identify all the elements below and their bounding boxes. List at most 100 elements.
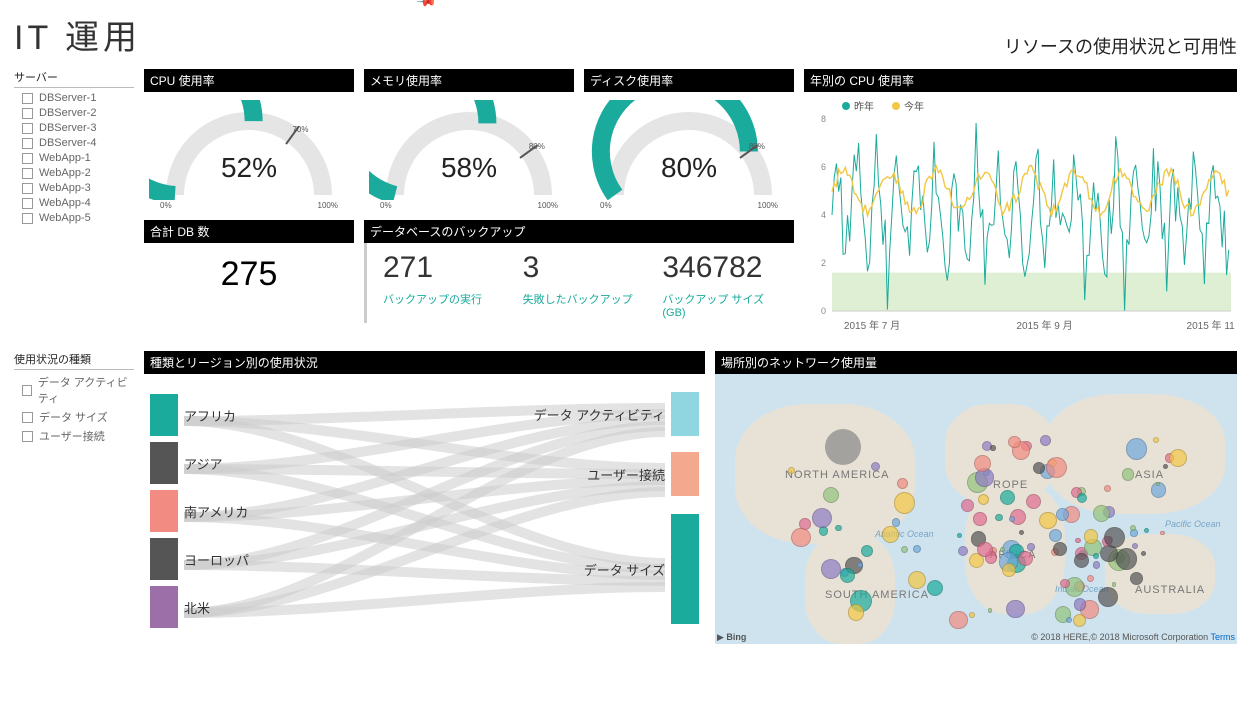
map-bubble[interactable] bbox=[908, 571, 926, 589]
sankey-source[interactable]: 南アメリカ bbox=[150, 490, 248, 532]
map-bubble[interactable] bbox=[791, 528, 810, 547]
server-item[interactable]: DBServer-2 bbox=[22, 107, 134, 119]
sankey-target-label: データ アクティビティ bbox=[534, 405, 671, 424]
sankey-source[interactable]: 北米 bbox=[150, 586, 210, 628]
sankey-source[interactable]: アフリカ bbox=[150, 394, 236, 436]
server-label: DBServer-1 bbox=[39, 92, 96, 104]
usage-type-label: データ アクティビティ bbox=[38, 374, 134, 406]
server-item[interactable]: DBServer-1 bbox=[22, 92, 134, 104]
usage-type-item[interactable]: データ サイズ bbox=[22, 409, 134, 425]
checkbox-icon bbox=[22, 198, 33, 209]
map-bubble[interactable] bbox=[901, 546, 908, 553]
map-bubble[interactable] bbox=[1008, 436, 1020, 448]
svg-text:6: 6 bbox=[821, 162, 826, 172]
sankey-target[interactable]: データ アクティビティ bbox=[534, 392, 699, 436]
cpu-yearly-legend: 昨年 今年 bbox=[804, 92, 1237, 115]
map-bubble[interactable] bbox=[1006, 600, 1025, 619]
map-bubble[interactable] bbox=[1046, 457, 1067, 478]
map-bubble[interactable] bbox=[892, 518, 900, 526]
map-bubble[interactable] bbox=[1093, 561, 1100, 568]
sankey-target[interactable]: データ サイズ bbox=[584, 514, 699, 624]
map-bubble[interactable] bbox=[988, 608, 993, 613]
map-bubble[interactable] bbox=[973, 512, 986, 525]
map-attribution: ▶ Bing © 2018 HERE,© 2018 Microsoft Corp… bbox=[717, 632, 1235, 643]
server-item[interactable]: WebApp-5 bbox=[22, 212, 134, 224]
map-bubble[interactable] bbox=[1087, 575, 1094, 582]
checkbox-icon bbox=[22, 412, 33, 423]
map-bubble[interactable] bbox=[913, 545, 921, 553]
map-bubble[interactable] bbox=[848, 604, 865, 621]
memory-gauge-card[interactable]: メモリ使用率 58% 0% 100% 80% bbox=[364, 69, 574, 212]
map-bubble[interactable] bbox=[1073, 614, 1086, 627]
map-bubble[interactable] bbox=[1122, 468, 1135, 481]
map-terms-link[interactable]: Terms bbox=[1211, 632, 1236, 642]
usage-type-item[interactable]: ユーザー接続 bbox=[22, 428, 134, 444]
map-bubble[interactable] bbox=[977, 542, 993, 558]
map-bubble[interactable] bbox=[1084, 529, 1098, 543]
sankey-source[interactable]: アジア bbox=[150, 442, 222, 484]
map-bubble[interactable] bbox=[1066, 617, 1072, 623]
map-bubble[interactable] bbox=[1033, 462, 1045, 474]
map-bubble[interactable] bbox=[1093, 505, 1110, 522]
map-bubble[interactable] bbox=[927, 580, 943, 596]
server-item[interactable]: WebApp-1 bbox=[22, 152, 134, 164]
map-bubble[interactable] bbox=[1074, 553, 1089, 568]
sankey-source[interactable]: ヨーロッパ bbox=[150, 538, 249, 580]
sankey-target[interactable]: ユーザー接続 bbox=[587, 452, 699, 496]
server-item[interactable]: DBServer-3 bbox=[22, 122, 134, 134]
db-total-card[interactable]: 合計 DB 数 275 bbox=[144, 220, 354, 306]
map-bubble[interactable] bbox=[1009, 516, 1015, 522]
checkbox-icon bbox=[22, 93, 33, 104]
sankey-node-bar bbox=[150, 538, 178, 580]
checkbox-icon bbox=[22, 168, 33, 179]
map-bubble[interactable] bbox=[1027, 543, 1035, 551]
map-bubble[interactable] bbox=[1156, 482, 1160, 486]
server-label: DBServer-4 bbox=[39, 137, 96, 149]
gauge-threshold: 70% bbox=[292, 125, 308, 134]
cpu-gauge-card[interactable]: CPU 使用率 52% 0% 100% 70% bbox=[144, 69, 354, 212]
map-bubble[interactable] bbox=[882, 526, 899, 543]
cpu-yearly-card[interactable]: 年別の CPU 使用率 昨年 今年 024682015 年 7 月2015 年 … bbox=[804, 69, 1237, 337]
sankey-card[interactable]: 種類とリージョン別の使用状況 アフリカアジア南アメリカヨーロッパ北米データ アク… bbox=[144, 351, 705, 644]
map-bubble[interactable] bbox=[1053, 542, 1067, 556]
map-bubble[interactable] bbox=[1144, 528, 1150, 534]
checkbox-icon bbox=[22, 183, 33, 194]
disk-gauge-card[interactable]: ディスク使用率 80% 0% 100% 80% bbox=[584, 69, 794, 212]
map-bubble[interactable] bbox=[812, 508, 832, 528]
checkbox-icon bbox=[22, 213, 33, 224]
map-bubble[interactable] bbox=[957, 533, 962, 538]
svg-text:2015 年 9 月: 2015 年 9 月 bbox=[1016, 319, 1072, 332]
map-bubble[interactable] bbox=[1040, 435, 1051, 446]
sankey-node-bar bbox=[150, 442, 178, 484]
map-bubble[interactable] bbox=[969, 612, 975, 618]
map-bubble[interactable] bbox=[1141, 551, 1146, 556]
map-card[interactable]: 場所別のネットワーク使用量 ▶ Bing © 2018 HERE,© 2018 … bbox=[715, 351, 1237, 644]
map-bubble[interactable] bbox=[1075, 538, 1081, 544]
map-bubble[interactable] bbox=[1126, 438, 1147, 459]
map-bubble[interactable] bbox=[840, 568, 855, 583]
checkbox-icon bbox=[22, 385, 32, 396]
checkbox-icon bbox=[22, 138, 33, 149]
map-bubble[interactable] bbox=[825, 429, 861, 465]
header: IT 運用 リソースの使用状況と可用性 bbox=[14, 10, 1237, 59]
map-bubble[interactable] bbox=[1039, 512, 1056, 529]
map-bubble[interactable] bbox=[949, 611, 968, 630]
map-bubble[interactable] bbox=[835, 525, 841, 531]
map-bubble[interactable] bbox=[1098, 587, 1118, 607]
map-bubble[interactable] bbox=[990, 445, 995, 450]
usage-type-item[interactable]: データ アクティビティ bbox=[22, 374, 134, 406]
map-bubble[interactable] bbox=[995, 514, 1002, 521]
server-item[interactable]: WebApp-4 bbox=[22, 197, 134, 209]
map-bubble[interactable] bbox=[1104, 485, 1111, 492]
map-bubble[interactable] bbox=[894, 492, 916, 514]
memory-gauge-title: メモリ使用率 bbox=[364, 69, 574, 92]
map-bubble[interactable] bbox=[1093, 553, 1099, 559]
map-bubble[interactable] bbox=[1074, 598, 1087, 611]
server-item[interactable]: WebApp-2 bbox=[22, 167, 134, 179]
usage-type-label: ユーザー接続 bbox=[39, 428, 105, 444]
map-bubble[interactable] bbox=[1116, 548, 1137, 569]
server-item[interactable]: WebApp-3 bbox=[22, 182, 134, 194]
server-label: WebApp-2 bbox=[39, 167, 91, 179]
server-item[interactable]: DBServer-4 bbox=[22, 137, 134, 149]
map-bubble[interactable] bbox=[871, 462, 880, 471]
